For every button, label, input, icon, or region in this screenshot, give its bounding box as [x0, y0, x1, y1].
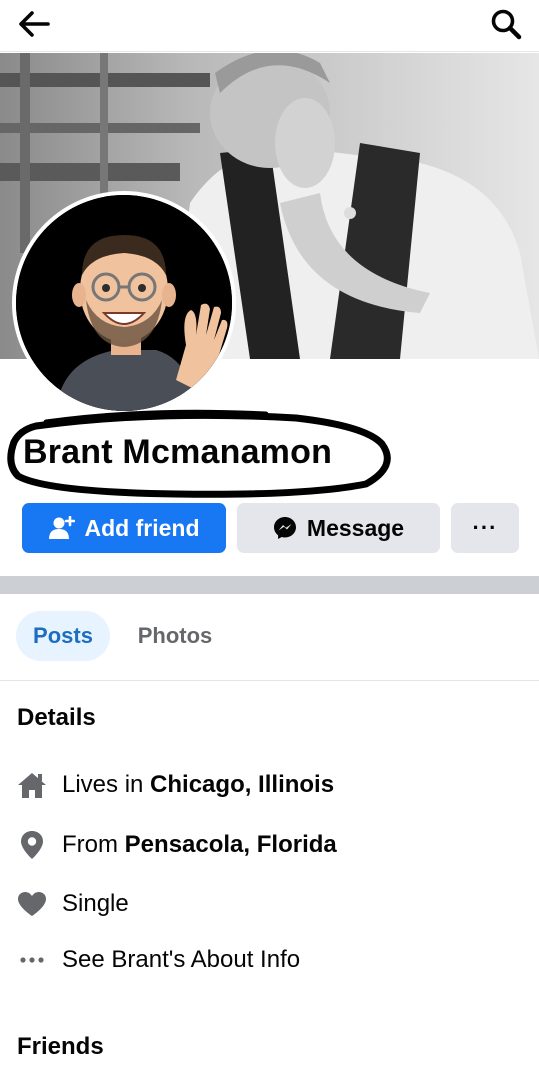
more-icon: ···: [472, 515, 498, 540]
see-about-info-label: See Brant's About Info: [62, 946, 301, 973]
profile-name: Brant Mcmanamon: [23, 433, 333, 471]
add-friend-button[interactable]: Add friend: [22, 503, 226, 553]
message-label: Message: [306, 514, 405, 541]
tab-posts[interactable]: Posts: [16, 611, 110, 661]
detail-from: From Pensacola, Florida: [17, 827, 337, 863]
search-icon[interactable]: [489, 8, 525, 40]
messenger-icon: [273, 517, 296, 539]
see-about-info-link[interactable]: See Brant's About Info: [17, 942, 300, 978]
section-divider: [0, 576, 539, 594]
home-icon: [17, 770, 47, 800]
from-prefix: From: [62, 831, 118, 858]
detail-lives-in: Lives in Chicago, Illinois: [17, 767, 334, 803]
message-button[interactable]: Message: [237, 503, 440, 553]
location-pin-icon: [17, 830, 47, 860]
friends-heading: Friends: [17, 1033, 104, 1060]
lives-in-value: Chicago, Illinois: [150, 771, 335, 798]
lives-in-prefix: Lives in: [62, 771, 144, 798]
from-value: Pensacola, Florida: [124, 831, 337, 858]
arrow-left-icon[interactable]: [14, 8, 54, 40]
add-friend-label: Add friend: [84, 514, 200, 541]
more-options-button[interactable]: ···: [451, 503, 519, 553]
top-app-bar: [0, 0, 539, 52]
add-friend-icon: [48, 516, 75, 539]
profile-tabs: Posts Photos: [0, 594, 539, 681]
tab-photos[interactable]: Photos: [118, 611, 232, 661]
relationship-status: Single: [62, 890, 129, 917]
detail-relationship: Single: [17, 886, 129, 922]
more-dots-icon: [17, 945, 47, 975]
details-heading: Details: [17, 704, 96, 731]
heart-icon: [17, 889, 47, 919]
avatar-image: [16, 195, 232, 411]
profile-avatar[interactable]: [12, 191, 236, 415]
